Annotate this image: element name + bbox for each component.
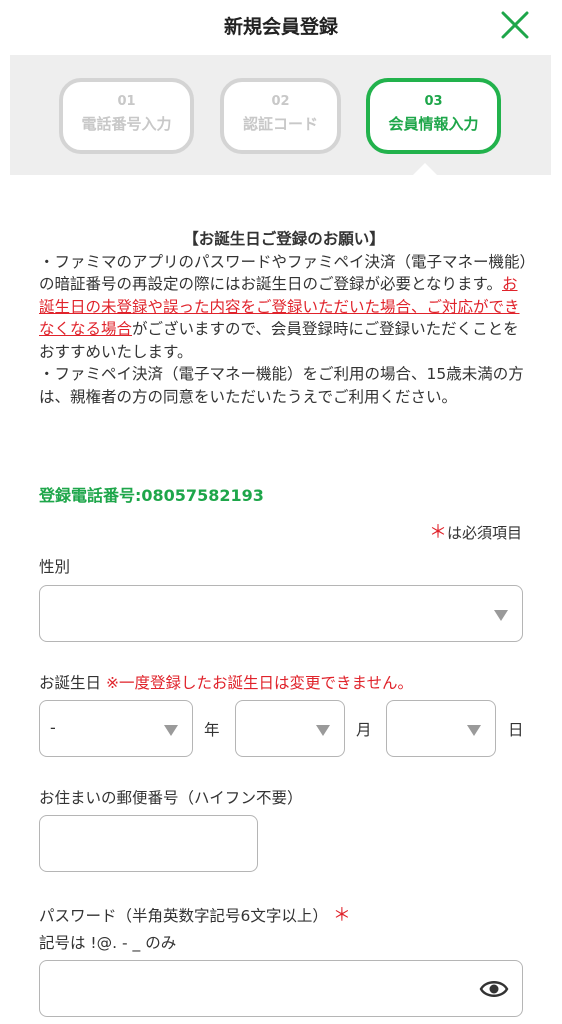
step-auth-code: 02 認証コード: [220, 78, 341, 154]
eye-icon[interactable]: [479, 977, 509, 1001]
password-label-row: パスワード（半角英数字記号6文字以上） ＊: [39, 901, 351, 927]
page-title: 新規会員登録: [223, 16, 338, 38]
password-hint: 記号は !@. - _ のみ: [39, 934, 177, 952]
notice-text: ・ファミマのアプリのパスワードやファミペイ決済（電子マネー機能）の暗証番号の再設…: [39, 251, 529, 364]
required-note: ＊は必須項目: [429, 518, 522, 544]
birthday-warning: ※一度登録したお誕生日は変更できません。: [105, 674, 413, 692]
month-unit: 月: [356, 721, 372, 739]
required-star: ＊: [332, 905, 351, 926]
step-label: 会員情報入力: [388, 115, 479, 133]
day-unit: 日: [508, 721, 524, 739]
notice-line-1: ・ファミマのアプリのパスワードやファミペイ決済（電子マネー機能）の暗証番号の再設…: [39, 252, 528, 294]
required-note-text: は必須項目: [446, 524, 522, 542]
dropdown-arrow-icon: [494, 610, 508, 621]
step-number: 01: [117, 94, 136, 109]
required-star: ＊: [428, 522, 447, 543]
step-phone-input: 01 電話番号入力: [59, 78, 194, 154]
gender-label: 性別: [39, 558, 71, 576]
step-indicator: 01 電話番号入力 02 認証コード 03 会員情報入力: [10, 55, 551, 175]
year-unit: 年: [204, 721, 220, 739]
registered-phone: 登録電話番号:08057582193: [39, 486, 264, 505]
birthday-label: お誕生日: [39, 674, 102, 692]
dropdown-arrow-icon: [316, 725, 330, 736]
step-label: 電話番号入力: [81, 115, 172, 133]
step-number: 03: [424, 94, 443, 109]
birth-year-select[interactable]: -: [39, 700, 193, 757]
step-label: 認証コード: [242, 115, 318, 133]
notice-title: 【お誕生日ご登録のお願い】: [183, 230, 385, 248]
postal-label: お住まいの郵便番号（ハイフン不要）: [39, 789, 303, 807]
notice-line-3: ・ファミペイ決済（電子マネー機能）をご利用の場合、15歳未満の方は、親権者の方の…: [39, 365, 524, 406]
birth-month-select[interactable]: [235, 700, 345, 757]
dropdown-arrow-icon: [467, 725, 481, 736]
close-icon[interactable]: [498, 8, 532, 42]
password-label: パスワード（半角英数字記号6文字以上）: [39, 907, 328, 925]
birthday-label-row: お誕生日 ※一度登録したお誕生日は変更できません。: [39, 671, 413, 693]
birth-year-value: -: [50, 718, 56, 737]
postal-code-input[interactable]: [39, 815, 258, 872]
birth-day-select[interactable]: [386, 700, 496, 757]
birthday-notice: 【お誕生日ご登録のお願い】 ・ファミマのアプリのパスワードやファミペイ決済（電子…: [39, 228, 529, 408]
step-member-info: 03 会員情報入力: [366, 78, 501, 154]
step-number: 02: [271, 94, 290, 109]
dropdown-arrow-icon: [164, 725, 178, 736]
gender-select[interactable]: [39, 585, 523, 642]
header: 新規会員登録: [0, 0, 562, 52]
step-pointer: [413, 163, 437, 175]
password-input[interactable]: [39, 960, 523, 1017]
